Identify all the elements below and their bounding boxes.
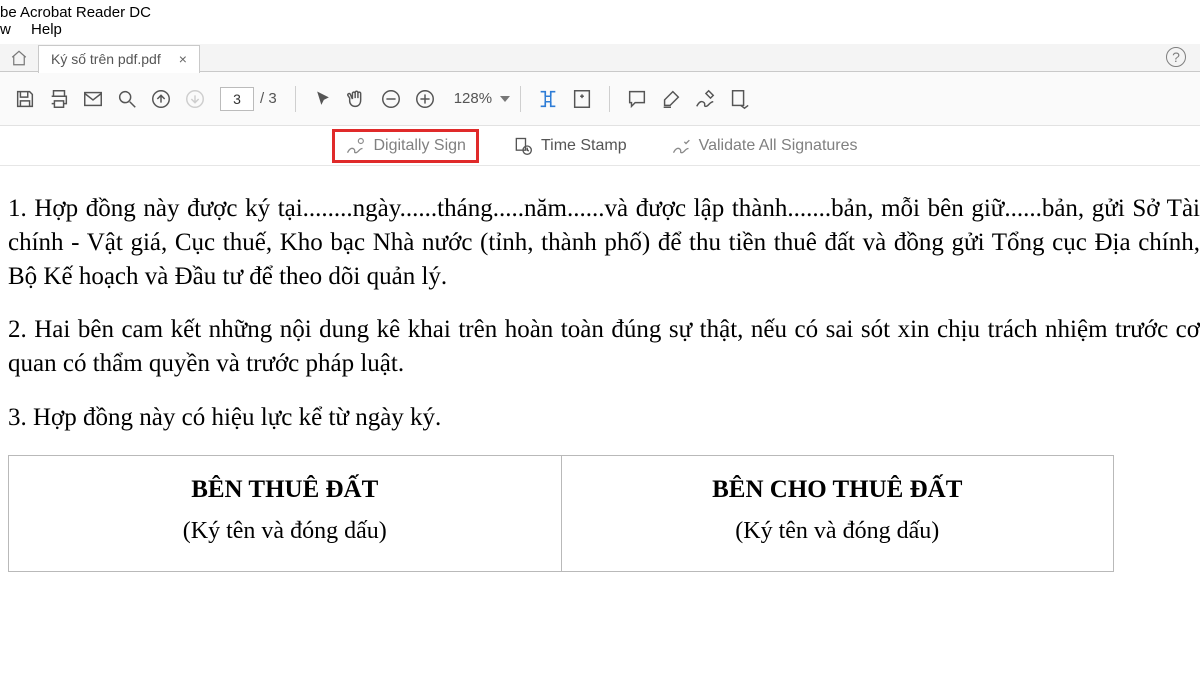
document-arrow-icon: [728, 88, 750, 110]
tab-label: Ký số trên pdf.pdf: [51, 51, 161, 67]
arrow-down-circle-icon: [184, 88, 206, 110]
paragraph-1: 1. Hợp đồng này được ký tại........ngày.…: [8, 192, 1200, 293]
highlight-icon: [660, 88, 682, 110]
signature-cell-left: BÊN THUÊ ĐẤT (Ký tên và đóng dấu): [9, 455, 562, 571]
hand-icon: [346, 88, 368, 110]
cursor-icon: [313, 89, 333, 109]
window-title: be Acrobat Reader DC: [0, 0, 1200, 21]
help-button[interactable]: ?: [1166, 47, 1186, 67]
fit-width-icon: [537, 88, 559, 110]
select-tool-button[interactable]: [306, 82, 340, 116]
question-icon: ?: [1172, 49, 1180, 65]
toolbar-separator: [609, 86, 610, 112]
toolbar-separator: [295, 86, 296, 112]
page-up-button[interactable]: [144, 82, 178, 116]
page-number-input[interactable]: [220, 87, 254, 111]
print-icon: [48, 88, 70, 110]
zoom-in-button[interactable]: [408, 82, 442, 116]
hand-tool-button[interactable]: [340, 82, 374, 116]
save-icon: [14, 88, 36, 110]
search-icon: [116, 88, 138, 110]
highlight-button[interactable]: [654, 82, 688, 116]
sign-button[interactable]: [688, 82, 722, 116]
timestamp-icon: [513, 136, 533, 156]
minus-circle-icon: [380, 88, 402, 110]
paragraph-3: 3. Hợp đồng này có hiệu lực kể từ ngày k…: [8, 401, 1200, 435]
signature-cell-right: BÊN CHO THUÊ ĐẤT (Ký tên và đóng dấu): [561, 455, 1114, 571]
zoom-out-button[interactable]: [374, 82, 408, 116]
email-button[interactable]: [76, 82, 110, 116]
document-view: 1. Hợp đồng này được ký tại........ngày.…: [0, 172, 1200, 572]
comment-icon: [626, 88, 648, 110]
fit-page-icon: [571, 88, 593, 110]
search-button[interactable]: [110, 82, 144, 116]
tab-close-icon[interactable]: ×: [179, 51, 187, 67]
fit-width-button[interactable]: [531, 82, 565, 116]
signature-right-title: BÊN CHO THUÊ ĐẤT: [572, 476, 1104, 504]
page-indicator: / 3: [220, 87, 277, 111]
zoom-value[interactable]: 128%: [452, 90, 494, 107]
signature-left-sub: (Ký tên và đóng dấu): [19, 518, 551, 545]
digitally-sign-label: Digitally Sign: [373, 137, 465, 155]
signature-table: BÊN THUÊ ĐẤT (Ký tên và đóng dấu) BÊN CH…: [8, 455, 1114, 572]
signature-right-sub: (Ký tên và đóng dấu): [572, 518, 1104, 545]
validate-icon: [671, 136, 691, 156]
tab-home-button[interactable]: [6, 45, 32, 71]
page-total-label: / 3: [260, 90, 277, 107]
page-down-button[interactable]: [178, 82, 212, 116]
paragraph-2: 2. Hai bên cam kết những nội dung kê kha…: [8, 313, 1200, 381]
pen-icon: [694, 88, 716, 110]
toolbar-separator: [520, 86, 521, 112]
save-button[interactable]: [8, 82, 42, 116]
app-window: be Acrobat Reader DC w Help Ký số trên p…: [0, 0, 1200, 675]
body-heading: [8, 172, 1200, 180]
tab-strip: Ký số trên pdf.pdf × ?: [0, 44, 1200, 72]
pen-sign-icon: [345, 136, 365, 156]
fit-page-button[interactable]: [565, 82, 599, 116]
envelope-icon: [82, 88, 104, 110]
comment-button[interactable]: [620, 82, 654, 116]
print-button[interactable]: [42, 82, 76, 116]
time-stamp-button[interactable]: Time Stamp: [503, 132, 637, 160]
main-toolbar: / 3 128%: [0, 72, 1200, 126]
menu-item-truncated[interactable]: w: [0, 21, 11, 38]
plus-circle-icon: [414, 88, 436, 110]
home-icon: [10, 49, 28, 67]
menu-item-help[interactable]: Help: [31, 21, 62, 38]
zoom-dropdown-icon[interactable]: [500, 96, 510, 102]
more-tools-button[interactable]: [722, 82, 756, 116]
validate-signatures-button[interactable]: Validate All Signatures: [661, 132, 868, 160]
signature-left-title: BÊN THUÊ ĐẤT: [19, 476, 551, 504]
signature-toolbar: Digitally Sign Time Stamp Validate All S…: [0, 126, 1200, 166]
time-stamp-label: Time Stamp: [541, 137, 627, 155]
document-tab[interactable]: Ký số trên pdf.pdf ×: [38, 45, 200, 73]
validate-signatures-label: Validate All Signatures: [699, 137, 858, 155]
arrow-up-circle-icon: [150, 88, 172, 110]
digitally-sign-button[interactable]: Digitally Sign: [332, 129, 478, 163]
menu-bar: w Help: [0, 21, 1200, 44]
